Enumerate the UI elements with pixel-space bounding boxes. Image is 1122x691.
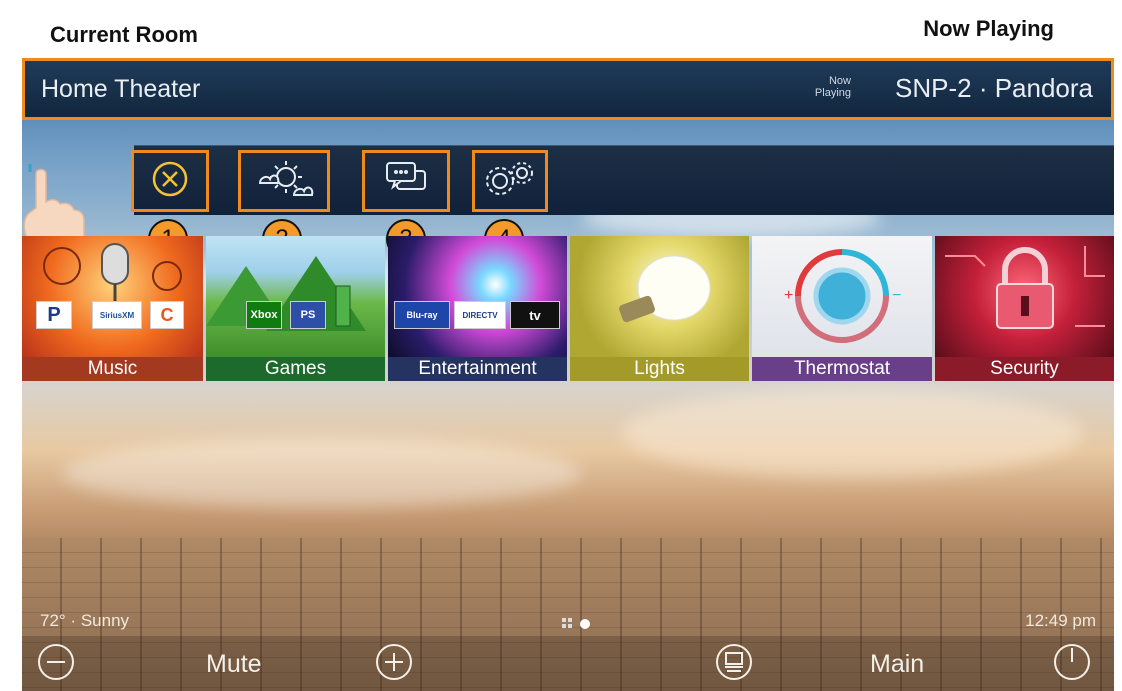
plus-circle-icon xyxy=(374,642,414,687)
close-button[interactable] xyxy=(131,150,209,212)
siriusxm-logo: SiriusXM xyxy=(92,301,142,329)
appletv-logo: tv xyxy=(510,301,560,329)
mute-button[interactable]: Mute xyxy=(206,650,262,679)
tile-entertainment[interactable]: Blu-ray DIRECTV tv Entertainment xyxy=(388,236,567,381)
volume-down-button[interactable] xyxy=(36,642,76,687)
tile-thermostat[interactable]: + − Thermostat xyxy=(752,236,932,381)
tile-lights[interactable]: Lights xyxy=(570,236,749,381)
bottom-control-bar xyxy=(22,636,1114,691)
minus-circle-icon xyxy=(36,642,76,687)
tile-label: Entertainment xyxy=(388,357,567,381)
page-indicator[interactable] xyxy=(562,615,590,633)
now-playing-track[interactable]: SNP-2 · Pandora xyxy=(895,73,1093,104)
clock: 12:49 pm xyxy=(1025,611,1096,630)
directv-logo: DIRECTV xyxy=(454,301,506,329)
svg-text:+: + xyxy=(784,287,793,304)
tile-label: Games xyxy=(206,357,385,381)
grid-page-icon xyxy=(562,615,572,633)
power-icon xyxy=(1052,642,1092,687)
music-art: P SiriusXM C xyxy=(22,236,203,357)
options-toolbar xyxy=(131,145,1114,215)
main-zone-button[interactable]: Main xyxy=(870,650,924,679)
page-dot-active xyxy=(580,619,590,629)
settings-icon xyxy=(480,159,540,204)
volume-up-button[interactable] xyxy=(374,642,414,687)
cloud-decoration xyxy=(62,438,582,508)
touch-panel-screen: Home Theater Now Playing SNP-2 · Pandora xyxy=(22,58,1114,691)
bluray-logo: Blu-ray xyxy=(394,301,450,329)
source-device-icon xyxy=(714,642,754,687)
tile-security[interactable]: Security xyxy=(935,236,1114,381)
hand-pointer-icon xyxy=(22,162,92,247)
tile-label: Lights xyxy=(570,357,749,381)
source-select-button[interactable] xyxy=(714,642,754,687)
thermostat-art: + − xyxy=(752,236,932,357)
svg-text:−: − xyxy=(892,287,901,304)
settings-button[interactable] xyxy=(472,150,548,212)
category-tiles: P SiriusXM C Music Xbox PS Games Blu-ray xyxy=(22,236,1114,381)
tile-games[interactable]: Xbox PS Games xyxy=(206,236,385,381)
close-icon xyxy=(152,161,188,202)
tile-label: Thermostat xyxy=(752,357,932,381)
entertainment-art: Blu-ray DIRECTV tv xyxy=(388,236,567,357)
pandora-logo: P xyxy=(36,301,72,329)
messages-button[interactable] xyxy=(362,150,450,212)
games-art: Xbox PS xyxy=(206,236,385,357)
weather-button[interactable] xyxy=(238,150,330,212)
playstation-logo: PS xyxy=(290,301,326,329)
current-room-name[interactable]: Home Theater xyxy=(41,75,200,104)
weather-icon xyxy=(254,157,314,206)
now-playing-caption: Now Playing xyxy=(815,75,851,99)
cloud-decoration xyxy=(622,388,1082,478)
lights-art xyxy=(570,236,749,357)
tile-label: Music xyxy=(22,357,203,381)
power-button[interactable] xyxy=(1052,642,1092,687)
room-header-bar[interactable]: Home Theater Now Playing SNP-2 · Pandora xyxy=(22,58,1114,120)
security-art xyxy=(935,236,1114,357)
tile-music[interactable]: P SiriusXM C Music xyxy=(22,236,203,381)
now-playing-caption-line: Now xyxy=(828,75,851,87)
tile-label: Security xyxy=(935,357,1114,381)
xbox-logo: Xbox xyxy=(246,301,282,329)
now-playing-caption-line: Playing xyxy=(814,87,851,99)
current-room-callout: Current Room xyxy=(50,22,198,47)
weather-status: 72° · Sunny xyxy=(40,611,130,630)
messages-icon xyxy=(383,159,429,204)
now-playing-callout: Now Playing xyxy=(923,16,1054,41)
crackle-logo: C xyxy=(150,301,184,329)
